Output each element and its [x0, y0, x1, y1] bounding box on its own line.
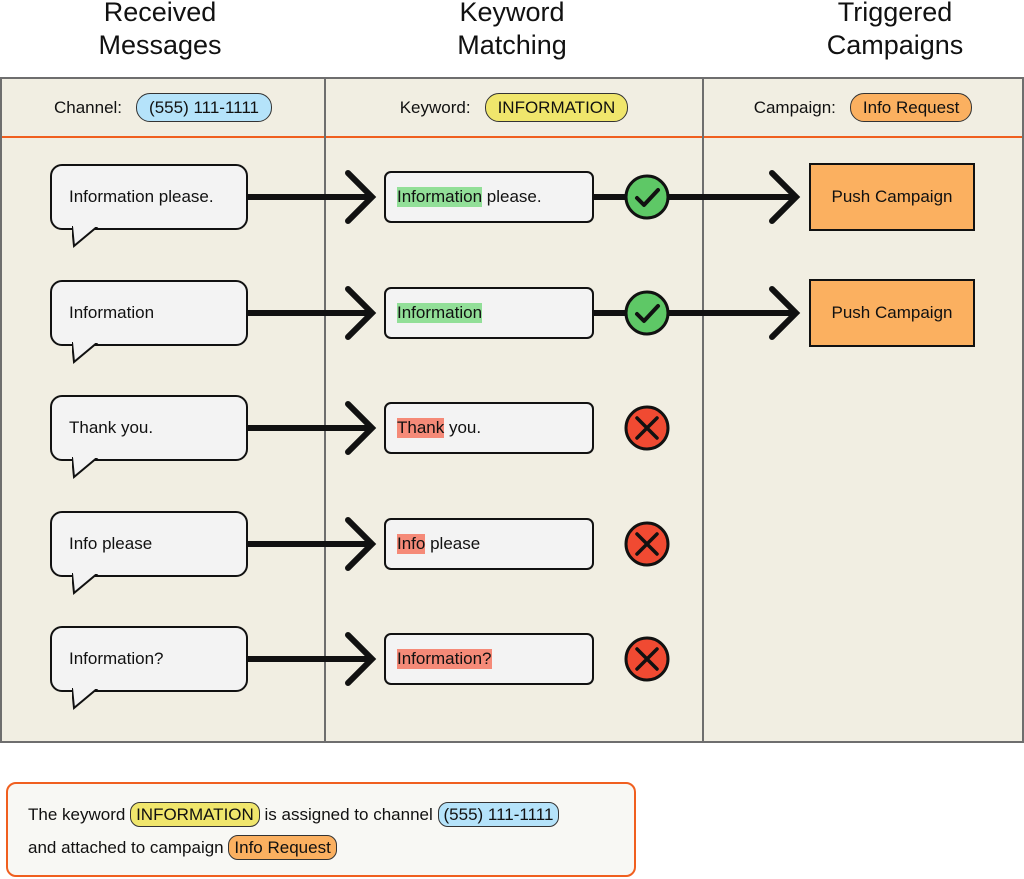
speech-bubble-tail-icon [72, 688, 99, 710]
note-line-2: and attached to campaign Info Request [28, 831, 634, 864]
title-line: Messages [98, 30, 222, 60]
campaign-header: Campaign: Info Request [704, 79, 1022, 138]
keyword-match-box: Information please. [384, 171, 594, 223]
note-text: is assigned to channel [264, 805, 433, 824]
campaign-pill: Info Request [849, 93, 973, 122]
message-text: Thank you. [69, 418, 154, 437]
channel-header: Channel: (555) 111-1111 [2, 79, 324, 138]
note-campaign-pill: Info Request [228, 835, 337, 860]
keyword-match-box: Information? [384, 633, 594, 685]
title-line: Keyword [459, 0, 565, 27]
push-campaign-box: Push Campaign [809, 279, 975, 347]
message-text: Information [69, 303, 155, 322]
title-line: Matching [457, 30, 567, 60]
note-text: The keyword [28, 805, 126, 824]
note-keyword-pill: INFORMATION [130, 802, 260, 827]
keyword-header: Keyword: INFORMATION [326, 79, 702, 138]
message-bubble: Info please [50, 511, 248, 595]
keyword-pill: INFORMATION [484, 93, 629, 122]
message-text: Info please [69, 534, 153, 553]
keyword-match-box: Info please [384, 518, 594, 570]
title-line: Campaigns [826, 30, 964, 60]
push-campaign-box: Push Campaign [809, 163, 975, 231]
column-title-triggered-campaigns: Triggered Campaigns [795, 0, 995, 62]
message-bubble: Thank you. [50, 395, 248, 479]
unmatched-keyword-highlight: Information? [397, 649, 492, 669]
column-title-keyword-matching: Keyword Matching [412, 0, 612, 62]
speech-bubble-tail-icon [72, 226, 99, 248]
channel-pill: (555) 111-1111 [136, 93, 272, 122]
title-line: Received [103, 0, 217, 27]
message-text: Information please. [69, 187, 214, 206]
column-title-received-messages: Received Messages [60, 0, 260, 62]
keyword-label: Keyword: [399, 97, 471, 117]
matched-keyword-highlight: Information [397, 187, 483, 207]
keyword-match-box: Information [384, 287, 594, 339]
message-bubble: Information? [50, 626, 248, 710]
keyword-match-box: Thank you. [384, 402, 594, 454]
speech-bubble-tail-icon [72, 342, 99, 364]
summary-note: The keyword INFORMATION is assigned to c… [6, 782, 636, 877]
note-channel-pill: (555) 111-1111 [437, 802, 560, 827]
message-bubble: Information please. [50, 164, 248, 248]
message-text: Information? [69, 649, 164, 668]
speech-bubble-tail-icon [72, 573, 99, 595]
message-remainder: please. [482, 187, 542, 206]
message-remainder: please [425, 534, 481, 553]
message-remainder: you. [444, 418, 482, 437]
unmatched-keyword-highlight: Thank [397, 418, 445, 438]
message-bubble: Information [50, 280, 248, 364]
speech-bubble-tail-icon [72, 457, 99, 479]
campaign-label: Campaign: [753, 97, 836, 117]
note-line-1: The keyword INFORMATION is assigned to c… [28, 798, 634, 831]
channel-label: Channel: [53, 97, 123, 117]
unmatched-keyword-highlight: Info [397, 534, 426, 554]
title-line: Triggered [837, 0, 953, 27]
note-text: and attached to campaign [28, 838, 224, 857]
matched-keyword-highlight: Information [397, 303, 483, 323]
